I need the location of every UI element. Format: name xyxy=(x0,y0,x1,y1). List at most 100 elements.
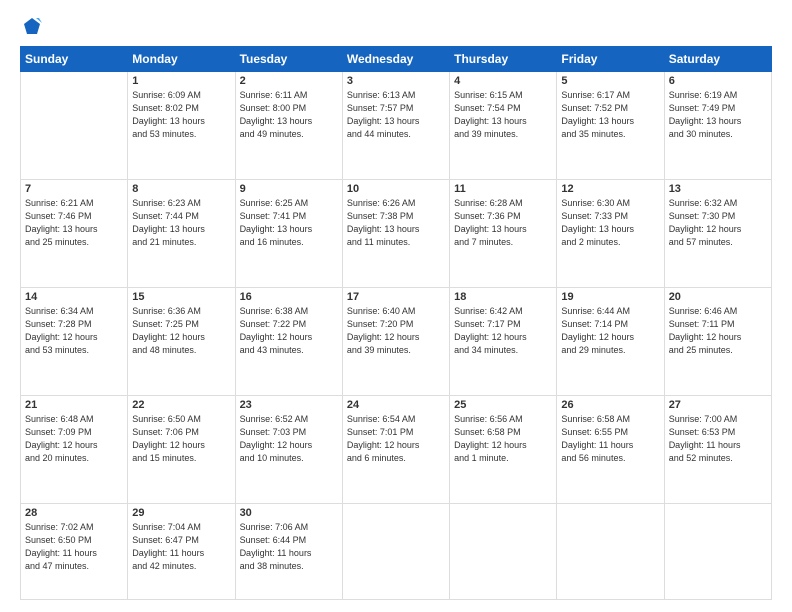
cell-info: Sunrise: 6:54 AM Sunset: 7:01 PM Dayligh… xyxy=(347,413,445,465)
cell-info: Sunrise: 6:21 AM Sunset: 7:46 PM Dayligh… xyxy=(25,197,123,249)
day-number: 18 xyxy=(454,291,552,303)
day-number: 2 xyxy=(240,75,338,87)
calendar-cell: 21 Sunrise: 6:48 AM Sunset: 7:09 PM Dayli… xyxy=(21,396,128,504)
calendar-cell xyxy=(450,504,557,600)
weekday-header: Thursday xyxy=(450,47,557,72)
cell-info: Sunrise: 6:30 AM Sunset: 7:33 PM Dayligh… xyxy=(561,197,659,249)
calendar-cell: 17 Sunrise: 6:40 AM Sunset: 7:20 PM Dayli… xyxy=(342,288,449,396)
weekday-header: Wednesday xyxy=(342,47,449,72)
cell-info: Sunrise: 6:48 AM Sunset: 7:09 PM Dayligh… xyxy=(25,413,123,465)
day-number: 8 xyxy=(132,183,230,195)
cell-info: Sunrise: 6:26 AM Sunset: 7:38 PM Dayligh… xyxy=(347,197,445,249)
cell-info: Sunrise: 6:44 AM Sunset: 7:14 PM Dayligh… xyxy=(561,305,659,357)
day-number: 7 xyxy=(25,183,123,195)
calendar-cell: 26Sunrise: 6:58 AM Sunset: 6:55 PM Dayli… xyxy=(557,396,664,504)
day-number: 24 xyxy=(347,399,445,411)
day-number: 27 xyxy=(669,399,767,411)
calendar-cell: 9 Sunrise: 6:25 AM Sunset: 7:41 PM Daylig… xyxy=(235,180,342,288)
cell-info: Sunrise: 7:00 AM Sunset: 6:53 PM Dayligh… xyxy=(669,413,767,465)
cell-info: Sunrise: 6:11 AM Sunset: 8:00 PM Dayligh… xyxy=(240,89,338,141)
day-number: 13 xyxy=(669,183,767,195)
day-number: 16 xyxy=(240,291,338,303)
calendar-cell: 18 Sunrise: 6:42 AM Sunset: 7:17 PM Dayli… xyxy=(450,288,557,396)
calendar-cell: 16 Sunrise: 6:38 AM Sunset: 7:22 PM Dayli… xyxy=(235,288,342,396)
cell-info: Sunrise: 6:36 AM Sunset: 7:25 PM Dayligh… xyxy=(132,305,230,357)
calendar-cell: 22 Sunrise: 6:50 AM Sunset: 7:06 PM Dayli… xyxy=(128,396,235,504)
calendar-cell: 12 Sunrise: 6:30 AM Sunset: 7:33 PM Dayli… xyxy=(557,180,664,288)
cell-info: Sunrise: 6:15 AM Sunset: 7:54 PM Dayligh… xyxy=(454,89,552,141)
cell-info: Sunrise: 6:40 AM Sunset: 7:20 PM Dayligh… xyxy=(347,305,445,357)
calendar-cell: 27 Sunrise: 7:00 AM Sunset: 6:53 PM Dayli… xyxy=(664,396,771,504)
calendar-cell: 24 Sunrise: 6:54 AM Sunset: 7:01 PM Dayli… xyxy=(342,396,449,504)
day-number: 15 xyxy=(132,291,230,303)
calendar-cell: 13 Sunrise: 6:32 AM Sunset: 7:30 PM Dayli… xyxy=(664,180,771,288)
calendar-cell: 30 Sunrise: 7:06 AM Sunset: 6:44 PM Dayli… xyxy=(235,504,342,600)
cell-info: Sunrise: 7:06 AM Sunset: 6:44 PM Dayligh… xyxy=(240,521,338,573)
calendar-cell: 7 Sunrise: 6:21 AM Sunset: 7:46 PM Daylig… xyxy=(21,180,128,288)
day-number: 22 xyxy=(132,399,230,411)
day-number: 4 xyxy=(454,75,552,87)
day-number: 5 xyxy=(561,75,659,87)
day-number: 10 xyxy=(347,183,445,195)
calendar-cell: 10 Sunrise: 6:26 AM Sunset: 7:38 PM Dayli… xyxy=(342,180,449,288)
day-number: 12 xyxy=(561,183,659,195)
day-number: 26 xyxy=(561,399,659,411)
cell-info: Sunrise: 7:04 AM Sunset: 6:47 PM Dayligh… xyxy=(132,521,230,573)
cell-info: Sunrise: 6:28 AM Sunset: 7:36 PM Dayligh… xyxy=(454,197,552,249)
weekday-header: Sunday xyxy=(21,47,128,72)
day-number: 14 xyxy=(25,291,123,303)
cell-info: Sunrise: 6:52 AM Sunset: 7:03 PM Dayligh… xyxy=(240,413,338,465)
calendar-cell: 14Sunrise: 6:34 AM Sunset: 7:28 PM Dayli… xyxy=(21,288,128,396)
calendar-cell: 4 Sunrise: 6:15 AM Sunset: 7:54 PM Daylig… xyxy=(450,72,557,180)
day-number: 20 xyxy=(669,291,767,303)
day-number: 23 xyxy=(240,399,338,411)
day-number: 21 xyxy=(25,399,123,411)
calendar-cell: 11 Sunrise: 6:28 AM Sunset: 7:36 PM Dayli… xyxy=(450,180,557,288)
calendar-cell: 15 Sunrise: 6:36 AM Sunset: 7:25 PM Dayli… xyxy=(128,288,235,396)
day-number: 6 xyxy=(669,75,767,87)
day-number: 1 xyxy=(132,75,230,87)
calendar-cell: 2 Sunrise: 6:11 AM Sunset: 8:00 PM Daylig… xyxy=(235,72,342,180)
cell-info: Sunrise: 6:32 AM Sunset: 7:30 PM Dayligh… xyxy=(669,197,767,249)
calendar-cell: 29 Sunrise: 7:04 AM Sunset: 6:47 PM Dayli… xyxy=(128,504,235,600)
cell-info: Sunrise: 6:19 AM Sunset: 7:49 PM Dayligh… xyxy=(669,89,767,141)
cell-info: Sunrise: 6:42 AM Sunset: 7:17 PM Dayligh… xyxy=(454,305,552,357)
calendar-cell: 20Sunrise: 6:46 AM Sunset: 7:11 PM Dayli… xyxy=(664,288,771,396)
cell-info: Sunrise: 6:13 AM Sunset: 7:57 PM Dayligh… xyxy=(347,89,445,141)
cell-info: Sunrise: 6:23 AM Sunset: 7:44 PM Dayligh… xyxy=(132,197,230,249)
calendar-cell xyxy=(21,72,128,180)
day-number: 11 xyxy=(454,183,552,195)
day-number: 17 xyxy=(347,291,445,303)
cell-info: Sunrise: 6:25 AM Sunset: 7:41 PM Dayligh… xyxy=(240,197,338,249)
day-number: 30 xyxy=(240,507,338,519)
calendar-cell: 5 Sunrise: 6:17 AM Sunset: 7:52 PM Daylig… xyxy=(557,72,664,180)
calendar-cell xyxy=(557,504,664,600)
day-number: 19 xyxy=(561,291,659,303)
weekday-header: Tuesday xyxy=(235,47,342,72)
calendar-cell: 19 Sunrise: 6:44 AM Sunset: 7:14 PM Dayli… xyxy=(557,288,664,396)
calendar-cell: 6 Sunrise: 6:19 AM Sunset: 7:49 PM Daylig… xyxy=(664,72,771,180)
cell-info: Sunrise: 6:56 AM Sunset: 6:58 PM Dayligh… xyxy=(454,413,552,465)
calendar-cell: 23 Sunrise: 6:52 AM Sunset: 7:03 PM Dayli… xyxy=(235,396,342,504)
weekday-header: Friday xyxy=(557,47,664,72)
calendar-cell xyxy=(342,504,449,600)
weekday-header: Monday xyxy=(128,47,235,72)
logo xyxy=(20,22,42,36)
day-number: 9 xyxy=(240,183,338,195)
day-number: 28 xyxy=(25,507,123,519)
calendar-cell: 1 Sunrise: 6:09 AM Sunset: 8:02 PM Daylig… xyxy=(128,72,235,180)
cell-info: Sunrise: 7:02 AM Sunset: 6:50 PM Dayligh… xyxy=(25,521,123,573)
cell-info: Sunrise: 6:38 AM Sunset: 7:22 PM Dayligh… xyxy=(240,305,338,357)
header xyxy=(20,18,772,36)
cell-info: Sunrise: 6:50 AM Sunset: 7:06 PM Dayligh… xyxy=(132,413,230,465)
calendar-table: SundayMondayTuesdayWednesdayThursdayFrid… xyxy=(20,46,772,600)
cell-info: Sunrise: 6:09 AM Sunset: 8:02 PM Dayligh… xyxy=(132,89,230,141)
page: SundayMondayTuesdayWednesdayThursdayFrid… xyxy=(0,0,792,612)
logo-icon xyxy=(22,16,42,36)
calendar-cell: 28 Sunrise: 7:02 AM Sunset: 6:50 PM Dayli… xyxy=(21,504,128,600)
day-number: 29 xyxy=(132,507,230,519)
cell-info: Sunrise: 6:17 AM Sunset: 7:52 PM Dayligh… xyxy=(561,89,659,141)
weekday-header: Saturday xyxy=(664,47,771,72)
day-number: 3 xyxy=(347,75,445,87)
calendar-cell xyxy=(664,504,771,600)
